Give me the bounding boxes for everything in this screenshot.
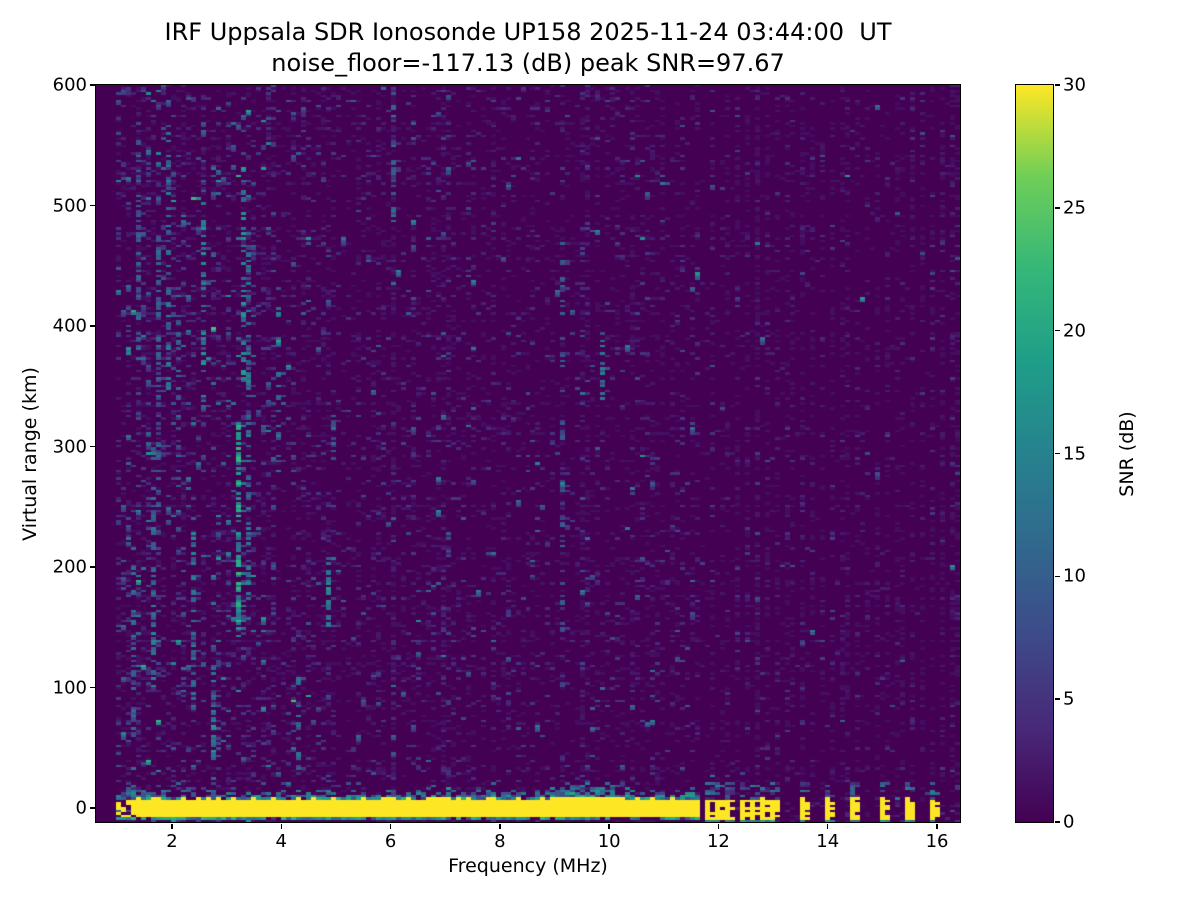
- x-tick-label: 10: [597, 831, 621, 852]
- colorbar-tick-label: 5: [1063, 688, 1075, 710]
- colorbar-tick-label: 25: [1063, 197, 1086, 219]
- colorbar-tick-mark: [1054, 452, 1060, 455]
- y-tick-label: 600: [52, 74, 87, 96]
- y-tick-label: 200: [52, 556, 87, 578]
- x-tick-mark: [499, 823, 501, 829]
- y-tick-mark: [89, 807, 95, 809]
- y-tick-label: 500: [52, 195, 87, 216]
- x-tick-mark: [826, 823, 829, 829]
- x-tick-label: 6: [384, 831, 397, 852]
- x-axis-label: Frequency (MHz): [448, 855, 608, 877]
- y-tick-label: 400: [52, 315, 87, 337]
- colorbar-tick-label: 30: [1063, 74, 1086, 96]
- colorbar-label: SNR (dB): [1116, 411, 1138, 497]
- colorbar-tick-mark: [1054, 207, 1060, 209]
- chart-subtitle: noise_floor=-117.13 (dB) peak SNR=97.67: [271, 49, 785, 77]
- y-tick-mark: [89, 686, 95, 689]
- colorbar-gradient-canvas: [1015, 84, 1053, 822]
- colorbar-frame: [1014, 83, 1054, 823]
- x-tick-mark: [608, 823, 610, 829]
- x-tick-mark: [389, 823, 392, 829]
- y-tick-mark: [89, 566, 95, 568]
- y-tick-label: 100: [52, 677, 87, 699]
- y-tick-mark: [89, 325, 95, 327]
- colorbar-tick-mark: [1054, 698, 1060, 700]
- chart-title: IRF Uppsala SDR Ionosonde UP158 2025-11-…: [164, 18, 892, 46]
- ionogram-heatmap-canvas: [95, 84, 960, 822]
- x-tick-label: 14: [816, 831, 840, 852]
- colorbar-tick-mark: [1054, 821, 1060, 823]
- colorbar-tick-label: 0: [1063, 811, 1075, 833]
- y-tick-mark: [89, 445, 95, 448]
- colorbar-tick-label: 20: [1063, 320, 1086, 342]
- y-tick-label: 0: [75, 797, 87, 819]
- colorbar-tick-label: 15: [1063, 443, 1086, 464]
- y-tick-mark: [89, 204, 95, 207]
- colorbar-tick-mark: [1054, 329, 1060, 332]
- x-tick-label: 16: [925, 831, 949, 852]
- colorbar-tick-label: 10: [1063, 565, 1086, 587]
- x-tick-label: 8: [494, 831, 506, 852]
- colorbar-tick-mark: [1054, 84, 1060, 86]
- x-tick-mark: [171, 823, 173, 829]
- x-tick-mark: [936, 823, 938, 829]
- x-tick-mark: [717, 823, 720, 829]
- x-tick-label: 4: [275, 831, 287, 852]
- ionogram-figure: IRF Uppsala SDR Ionosonde UP158 2025-11-…: [0, 0, 1200, 900]
- x-tick-label: 12: [706, 831, 730, 852]
- x-tick-label: 2: [166, 831, 178, 852]
- x-tick-mark: [280, 823, 282, 829]
- plot-area-frame: [94, 83, 961, 823]
- y-tick-mark: [89, 84, 95, 86]
- y-axis-label: Virtual range (km): [19, 367, 41, 541]
- colorbar-tick-mark: [1054, 575, 1060, 578]
